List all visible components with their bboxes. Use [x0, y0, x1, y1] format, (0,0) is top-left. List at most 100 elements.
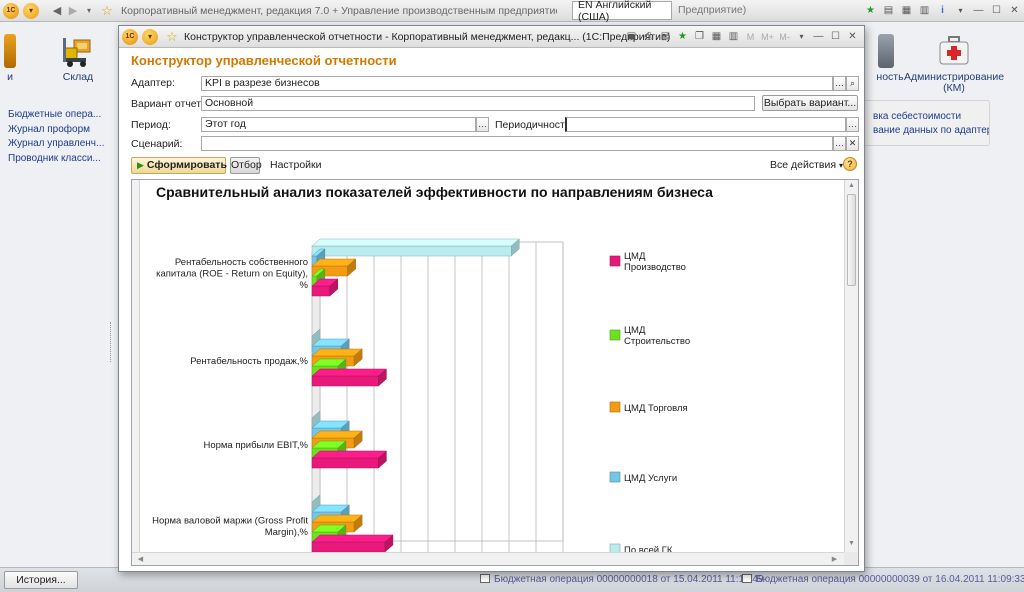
memory-m-icon[interactable]: M [743, 29, 758, 44]
filter-button[interactable]: Отбор [230, 157, 262, 174]
bar-front [311, 285, 331, 297]
periodicity-select-button[interactable]: … [846, 117, 859, 132]
nav-link-classifier-explorer[interactable]: Проводник класси... [8, 152, 108, 167]
modal-menu-icon[interactable]: ▾ [142, 28, 158, 45]
nav-link-proforma-journal[interactable]: Журнал проформ [8, 123, 108, 138]
bar-top [311, 514, 363, 523]
minimize-icon[interactable]: — [971, 3, 986, 18]
bar-front [311, 457, 379, 469]
bar-front [311, 541, 386, 552]
calendar-icon[interactable]: ▦ [899, 3, 914, 18]
scroll-up-arrow-icon[interactable]: ▲ [845, 182, 858, 189]
run-report-button[interactable]: ▶ Сформировать [131, 157, 227, 174]
modal-favorite-star-icon[interactable]: ☆ [164, 29, 180, 45]
bar-top [311, 430, 363, 439]
chart-title: Сравнительный анализ показателей эффекти… [156, 184, 713, 200]
document-icon[interactable]: ▤ [881, 3, 896, 18]
bar-front [311, 245, 512, 257]
preview-icon[interactable]: ▤ [658, 29, 673, 44]
favorites-star-icon[interactable]: ☆ [99, 3, 115, 19]
vertical-scroll-thumb[interactable] [847, 194, 856, 286]
status-message-2[interactable]: Бюджетная операция 00000000039 от 16.04.… [742, 574, 1024, 585]
adapter-search-icon[interactable]: ⌕ [846, 76, 859, 91]
copy-icon[interactable]: ❐ [692, 29, 707, 44]
options-dropdown-icon[interactable]: ▾ [794, 29, 809, 44]
modal-maximize-icon[interactable]: ☐ [828, 29, 843, 44]
calculator-icon[interactable]: ▥ [917, 3, 932, 18]
bar-top [311, 238, 520, 247]
link-adapter-data[interactable]: вание данных по адаптерам [863, 124, 989, 138]
left-nav-panel: Бюджетные опера... Журнал проформ Журнал… [8, 108, 108, 166]
scenario-field[interactable] [201, 136, 833, 151]
nav-link-budget-operations[interactable]: Бюджетные опера... [8, 108, 108, 123]
legend-label: ЦМД Услуги [624, 473, 677, 484]
help-icon[interactable]: ? [843, 157, 857, 171]
category-label: Норма валовой маржи (Gross Profit [152, 516, 308, 527]
category-label: Рентабельность продаж,% [190, 356, 308, 367]
chart-back-wall [319, 241, 564, 542]
all-actions-menu[interactable]: Все действия ▾ [770, 159, 843, 171]
settings-button[interactable]: Настройки [270, 159, 322, 171]
period-field[interactable]: Этот год [201, 117, 476, 132]
status-message-1[interactable]: Бюджетная операция 00000000018 от 15.04.… [480, 574, 764, 585]
memory-minus-icon[interactable]: M- [777, 29, 792, 44]
app-logo-icon[interactable]: 1С [3, 2, 19, 19]
scroll-right-arrow-icon[interactable]: ▶ [828, 555, 841, 563]
scroll-down-arrow-icon[interactable]: ▼ [845, 540, 858, 547]
maximize-icon[interactable]: ☐ [989, 3, 1004, 18]
periodicity-field[interactable] [565, 117, 846, 132]
legend-swatch [609, 329, 621, 341]
all-actions-label: Все действия [770, 159, 837, 171]
close-icon[interactable]: ✕ [1007, 3, 1022, 18]
section-partial-right[interactable]: ность [866, 22, 906, 97]
horizontal-scrollbar[interactable]: ◀ ▶ [132, 552, 844, 565]
section-icon-partial [4, 34, 16, 68]
modal-minimize-icon[interactable]: — [811, 29, 826, 44]
variant-field[interactable]: Основной [201, 96, 755, 111]
nav-link-management-journal[interactable]: Журнал управленч... [8, 137, 108, 152]
category-label: Margin),% [265, 527, 309, 538]
info-icon[interactable]: i [935, 3, 950, 18]
section-label-partial-right: ность [876, 71, 904, 83]
category-label: % [300, 280, 309, 291]
section-icon-partial-right [878, 34, 894, 68]
modal-logo-icon[interactable]: 1С [122, 28, 138, 45]
settings-dropdown-icon[interactable]: ▾ [953, 3, 968, 18]
adapter-field[interactable]: KPI в разрезе бизнесов [201, 76, 833, 91]
calculator-icon[interactable]: ▥ [726, 29, 741, 44]
adapter-select-button[interactable]: … [833, 76, 846, 91]
scroll-left-arrow-icon[interactable]: ◀ [134, 555, 147, 563]
forward-arrow-icon[interactable]: ▶ [65, 3, 81, 19]
adapter-label: Адаптер: [131, 77, 175, 89]
section-administration[interactable]: Администрирование (КМ) [904, 22, 1004, 97]
print-icon[interactable]: ⎙ [641, 29, 656, 44]
add-favorite-star-icon[interactable]: ★ [863, 3, 878, 18]
report-constructor-window: 1С ▾ ☆ Конструктор управленческой отчетн… [118, 25, 865, 572]
history-dropdown-icon[interactable]: ▾ [81, 3, 97, 19]
calendar-icon[interactable]: ▦ [709, 29, 724, 44]
link-cost-setup[interactable]: вка себестоимости [863, 110, 989, 124]
modal-title: Конструктор управленческой отчетности - … [184, 30, 671, 43]
add-favorite-star-icon[interactable]: ★ [675, 29, 690, 44]
scenario-select-button[interactable]: … [833, 136, 846, 151]
legend-swatch [609, 401, 621, 413]
back-arrow-icon[interactable]: ◀ [49, 3, 65, 19]
run-report-label: Сформировать [146, 159, 227, 171]
bar-top [311, 348, 363, 357]
vertical-scrollbar[interactable]: ▲ ▼ [844, 180, 858, 552]
language-indicator[interactable]: EN Английский (США) [572, 0, 672, 23]
report-area[interactable]: Сравнительный анализ показателей эффекти… [131, 179, 859, 566]
panel-splitter[interactable] [110, 322, 114, 362]
section-warehouse[interactable]: Склад [52, 22, 104, 97]
scenario-clear-icon[interactable]: ✕ [846, 136, 859, 151]
modal-close-icon[interactable]: ✕ [845, 29, 860, 44]
period-select-button[interactable]: … [476, 117, 489, 132]
main-menu-icon[interactable]: ▾ [23, 2, 39, 19]
history-button[interactable]: История... [4, 571, 78, 589]
section-partial-left[interactable]: и [0, 22, 20, 97]
save-icon[interactable]: ▣ [624, 29, 639, 44]
document-icon [480, 574, 490, 583]
memory-plus-icon[interactable]: M+ [760, 29, 775, 44]
choose-variant-button[interactable]: Выбрать вариант... [762, 95, 858, 111]
scenario-label: Сценарий: [131, 138, 183, 150]
